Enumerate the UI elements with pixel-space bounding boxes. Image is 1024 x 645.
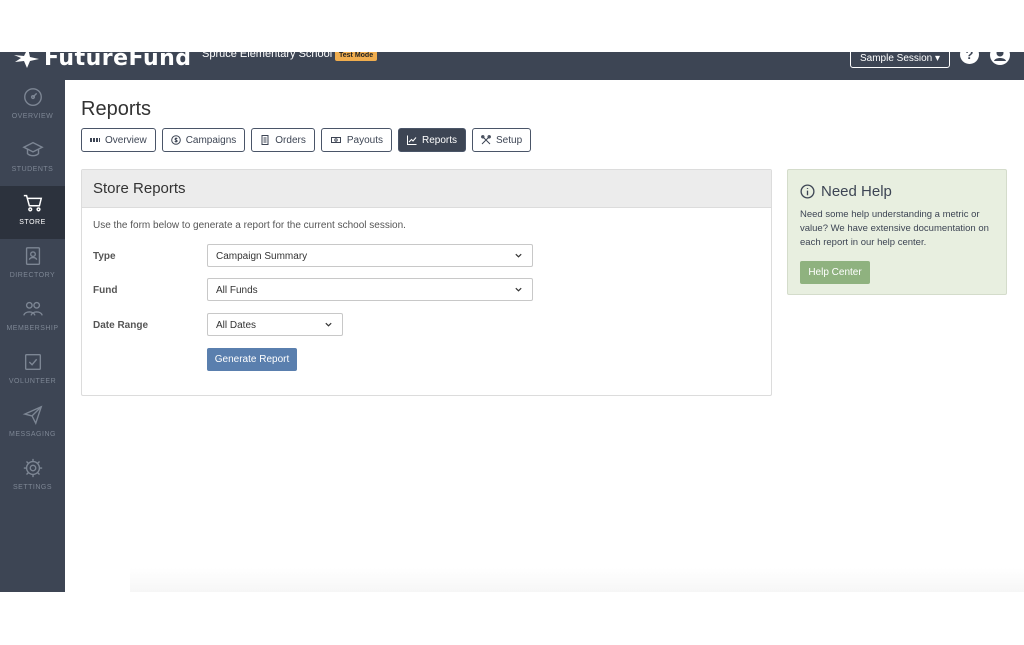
help-title: Need Help bbox=[800, 183, 892, 200]
paper-plane-icon bbox=[22, 405, 42, 426]
address-book-icon bbox=[25, 247, 40, 265]
card-description: Use the form below to generate a report … bbox=[93, 220, 406, 231]
sidebar-item-store[interactable]: Store bbox=[0, 186, 65, 239]
bottom-fade bbox=[130, 568, 1024, 592]
tab-label: Setup bbox=[496, 134, 523, 146]
test-mode-badge: Test Mode bbox=[335, 52, 378, 61]
money-icon bbox=[330, 137, 341, 143]
sidebar-item-label: Membership bbox=[6, 325, 59, 332]
session-dropdown-button[interactable]: Sample Session ▾ bbox=[850, 52, 950, 68]
document-icon bbox=[261, 135, 269, 145]
sidebar-item-label: Store bbox=[19, 219, 46, 226]
fund-label: Fund bbox=[93, 285, 118, 296]
fund-select-value: All Funds bbox=[216, 285, 258, 296]
card-title: Store Reports bbox=[82, 170, 771, 208]
sidebar-item-label: Volunteer bbox=[8, 378, 57, 385]
chevron-down-icon bbox=[515, 253, 522, 258]
sidebar-item-label: Messaging bbox=[9, 431, 56, 438]
gear-icon bbox=[23, 458, 42, 478]
generate-report-button[interactable]: Generate Report bbox=[207, 348, 297, 371]
date-range-select[interactable]: All Dates bbox=[207, 313, 343, 336]
sidebar-item-settings[interactable]: Settings bbox=[0, 451, 65, 504]
help-text: Need some help understanding a metric or… bbox=[800, 209, 989, 248]
dollar-icon bbox=[170, 135, 181, 145]
store-reports-card: Store Reports Use the form below to gene… bbox=[81, 169, 772, 396]
logo-text: FutureFund bbox=[44, 52, 192, 71]
tab-setup[interactable]: Setup bbox=[472, 128, 532, 152]
date-range-label: Date Range bbox=[93, 320, 149, 331]
tab-campaigns[interactable]: Campaigns bbox=[161, 128, 246, 152]
graduation-cap-icon bbox=[21, 141, 44, 157]
tab-orders[interactable]: Orders bbox=[251, 128, 315, 152]
chevron-down-icon bbox=[325, 322, 332, 327]
user-avatar-icon[interactable] bbox=[990, 52, 1010, 65]
tab-overview[interactable]: Overview bbox=[81, 128, 156, 152]
fund-select[interactable]: All Funds bbox=[207, 278, 533, 301]
type-select[interactable]: Campaign Summary bbox=[207, 244, 533, 267]
sidebar-item-directory[interactable]: Directory bbox=[0, 239, 65, 292]
need-help-panel: Need Help Need some help understanding a… bbox=[787, 169, 1007, 295]
logo[interactable]: FutureFund bbox=[12, 52, 192, 71]
chart-icon bbox=[406, 135, 417, 145]
sidebar-item-overview[interactable]: Overview bbox=[0, 80, 65, 133]
tab-label: Campaigns bbox=[185, 134, 237, 146]
type-select-value: Campaign Summary bbox=[216, 251, 308, 262]
date-range-select-value: All Dates bbox=[216, 320, 257, 331]
top-bar: FutureFund Spruce Elementary School Test… bbox=[0, 52, 1024, 80]
sidebar-item-membership[interactable]: Membership bbox=[0, 292, 65, 345]
tab-label: Reports bbox=[421, 134, 457, 146]
sidebar-item-label: Students bbox=[11, 166, 54, 173]
page-title: Reports bbox=[81, 98, 152, 120]
sidebar-item-volunteer[interactable]: Volunteer bbox=[0, 345, 65, 398]
help-title-text: Need Help bbox=[821, 183, 892, 200]
cart-icon bbox=[23, 194, 42, 212]
app-window: FutureFund Spruce Elementary School Test… bbox=[0, 52, 1024, 592]
tab-payouts[interactable]: Payouts bbox=[320, 128, 392, 152]
tab-label: Payouts bbox=[346, 134, 383, 146]
type-label: Type bbox=[93, 251, 116, 262]
sidebar-item-label: Directory bbox=[9, 272, 56, 279]
checkbox-icon bbox=[24, 353, 41, 371]
info-icon bbox=[800, 184, 815, 199]
help-center-button[interactable]: Help Center bbox=[800, 261, 870, 284]
school-name: Spruce Elementary School bbox=[202, 52, 333, 60]
chevron-down-icon bbox=[515, 287, 522, 292]
grid-icon bbox=[90, 138, 100, 142]
report-tabs: Overview Campaigns Orders Payouts Report… bbox=[81, 128, 537, 152]
logo-star-icon bbox=[14, 52, 39, 68]
help-icon[interactable]: ? bbox=[960, 52, 979, 64]
overview-icon bbox=[23, 88, 42, 106]
sidebar-item-label: Settings bbox=[12, 484, 52, 491]
tab-reports[interactable]: Reports bbox=[397, 128, 466, 152]
tools-icon bbox=[481, 135, 491, 145]
sidebar-item-messaging[interactable]: Messaging bbox=[0, 398, 65, 451]
sidebar-item-students[interactable]: Students bbox=[0, 133, 65, 186]
tab-label: Overview bbox=[105, 134, 147, 146]
people-icon bbox=[22, 301, 43, 316]
main-content: Reports Overview Campaigns Orders Payout… bbox=[65, 80, 1024, 592]
sidebar: Overview Students Store Directory Member… bbox=[0, 80, 65, 592]
tab-label: Orders bbox=[275, 134, 306, 146]
sidebar-item-label: Overview bbox=[11, 113, 54, 120]
